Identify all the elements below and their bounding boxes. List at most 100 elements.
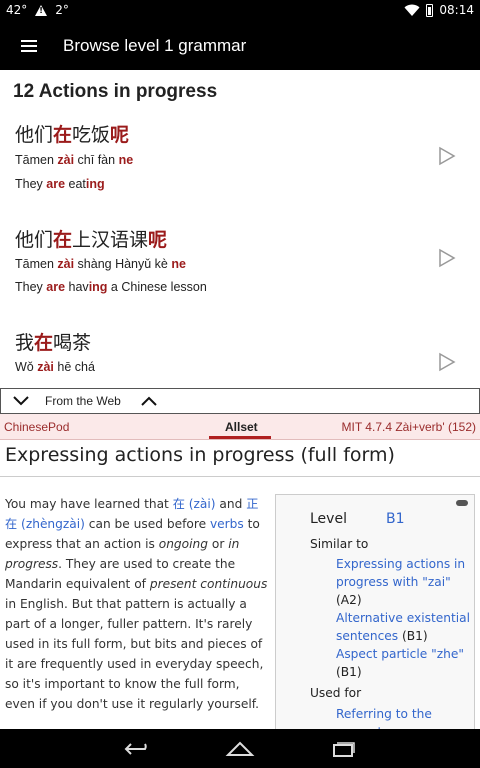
similar-link[interactable]: Expressing actions in progress with "zai… — [336, 557, 465, 589]
wifi-icon — [404, 4, 420, 16]
used-for-list: Referring to the present — [336, 705, 471, 729]
web-panel-bar: From the Web — [0, 388, 480, 414]
home-button[interactable] — [220, 735, 260, 763]
used-for-label: Used for — [310, 686, 362, 700]
highlight-text: zài — [37, 360, 54, 374]
back-icon — [124, 743, 147, 755]
warning-icon — [35, 4, 48, 16]
highlight-text: ing — [85, 177, 105, 191]
highlight-text: are — [46, 280, 66, 294]
body-text: You may have learned that — [5, 497, 173, 511]
tab-allset[interactable]: Allset — [225, 420, 258, 434]
similar-item: Aspect particle "zhe" (B1) — [336, 645, 471, 681]
article-link[interactable]: 在 (zài) — [173, 497, 216, 511]
plain-text: 他们 — [15, 124, 54, 146]
english-line: They are eating — [15, 177, 105, 191]
app-bar-title: Browse level 1 grammar — [63, 36, 247, 55]
web-panel-label: From the Web — [45, 394, 121, 408]
body-text: in English. But that pattern is actually… — [5, 597, 264, 711]
web-source-tabs: ChinesePod Allset MIT 4.7.4 Zài+verb' (1… — [0, 414, 480, 440]
plain-text: hē chá — [53, 360, 95, 374]
level-suffix: (B1) — [398, 629, 428, 643]
tab-mit[interactable]: MIT 4.7.4 Zài+verb' (152) — [342, 420, 476, 434]
pinyin-line: Tāmen zài shàng Hànyǔ kè ne — [15, 257, 186, 271]
highlight-text: 呢 — [110, 124, 130, 146]
battery-icon — [426, 3, 434, 17]
plain-text: They — [15, 177, 47, 191]
plain-text: 他们 — [15, 229, 54, 251]
similar-item: Alternative existential sentences (B1) — [336, 609, 471, 645]
highlight-text: 呢 — [148, 229, 168, 251]
article-link[interactable]: verbs — [210, 517, 244, 531]
back-button[interactable] — [118, 735, 158, 763]
pinyin-line: Tāmen zài chī fàn ne — [15, 153, 133, 167]
home-icon — [225, 741, 255, 756]
grammar-infobox: Level B1 Similar to Expressing actions i… — [275, 494, 475, 729]
grammar-list[interactable]: 12 Actions in progress 他们在吃饭呢 Tāmen zài … — [0, 70, 480, 388]
plain-text: Tāmen — [15, 153, 58, 167]
plain-text: a Chinese lesson — [107, 280, 207, 294]
plain-text: They — [15, 280, 47, 294]
highlight-text: are — [46, 177, 66, 191]
expand-icon[interactable] — [456, 500, 468, 506]
article-title: Expressing actions in progress (full for… — [5, 444, 395, 466]
active-tab-indicator — [209, 436, 271, 439]
used-for-link[interactable]: Referring to the present — [336, 705, 471, 729]
hanzi-sentence: 他们在上汉语课呢 — [15, 225, 167, 252]
plain-text: 我 — [15, 332, 35, 354]
section-title: 12 Actions in progress — [13, 81, 218, 102]
level-value[interactable]: B1 — [386, 511, 405, 527]
status-left: 42° 2° — [6, 3, 69, 17]
status-bar: 42° 2° 08:14 — [0, 0, 480, 22]
play-icon[interactable] — [438, 352, 456, 372]
body-text: or — [207, 537, 229, 551]
plain-text: 上汉语课 — [72, 229, 149, 251]
similar-list: Expressing actions in progress with "zai… — [336, 555, 471, 681]
level-suffix: (A2) — [336, 593, 362, 607]
plain-text: hav — [65, 280, 89, 294]
highlight-text: ing — [88, 280, 108, 294]
plain-text: Wǒ — [15, 360, 38, 374]
status-right: 08:14 — [404, 3, 474, 17]
temperature-text: 42° — [6, 3, 28, 17]
chevron-up-icon[interactable] — [129, 389, 169, 413]
similar-label: Similar to — [310, 537, 369, 551]
plain-text: 喝茶 — [53, 332, 92, 354]
clock-text: 08:14 — [439, 3, 474, 17]
article-body: You may have learned that 在 (zài) and 正在… — [5, 494, 269, 714]
app-bar: Browse level 1 grammar — [0, 22, 480, 70]
chevron-down-icon[interactable] — [1, 389, 41, 413]
emphasis-text: present continuous — [149, 577, 268, 591]
tab-chinesepod[interactable]: ChinesePod — [4, 420, 69, 434]
recents-button[interactable] — [322, 735, 362, 763]
level-suffix: (B1) — [336, 665, 362, 679]
plain-text: 吃饭 — [72, 124, 111, 146]
highlight-text: zài — [57, 153, 75, 167]
highlight-text: 在 — [53, 124, 73, 146]
temperature-secondary-text: 2° — [55, 3, 69, 17]
plain-text: eat — [65, 177, 86, 191]
english-line: They are having a Chinese lesson — [15, 280, 207, 294]
plain-text: chī fàn — [74, 153, 119, 167]
title-divider — [0, 476, 480, 477]
recents-icon — [333, 742, 355, 757]
highlight-text: 在 — [53, 229, 73, 251]
navigation-bar — [0, 729, 480, 768]
highlight-text: zài — [57, 257, 75, 271]
highlight-text: 在 — [34, 332, 54, 354]
highlight-text: ne — [118, 153, 134, 167]
menu-icon[interactable] — [5, 22, 53, 70]
hanzi-sentence: 我在喝茶 — [15, 328, 91, 355]
similar-item: Expressing actions in progress with "zai… — [336, 555, 471, 609]
body-text: and — [215, 497, 247, 511]
play-icon[interactable] — [438, 146, 456, 166]
level-label: Level — [310, 511, 347, 527]
emphasis-text: ongoing — [158, 537, 208, 551]
play-icon[interactable] — [438, 248, 456, 268]
body-text: can be used before — [84, 517, 210, 531]
similar-link[interactable]: Aspect particle "zhe" — [336, 647, 464, 661]
hanzi-sentence: 他们在吃饭呢 — [15, 120, 129, 147]
plain-text: shàng Hànyǔ kè — [74, 257, 172, 271]
highlight-text: ne — [171, 257, 186, 271]
web-content[interactable]: Expressing actions in progress (full for… — [0, 440, 480, 729]
